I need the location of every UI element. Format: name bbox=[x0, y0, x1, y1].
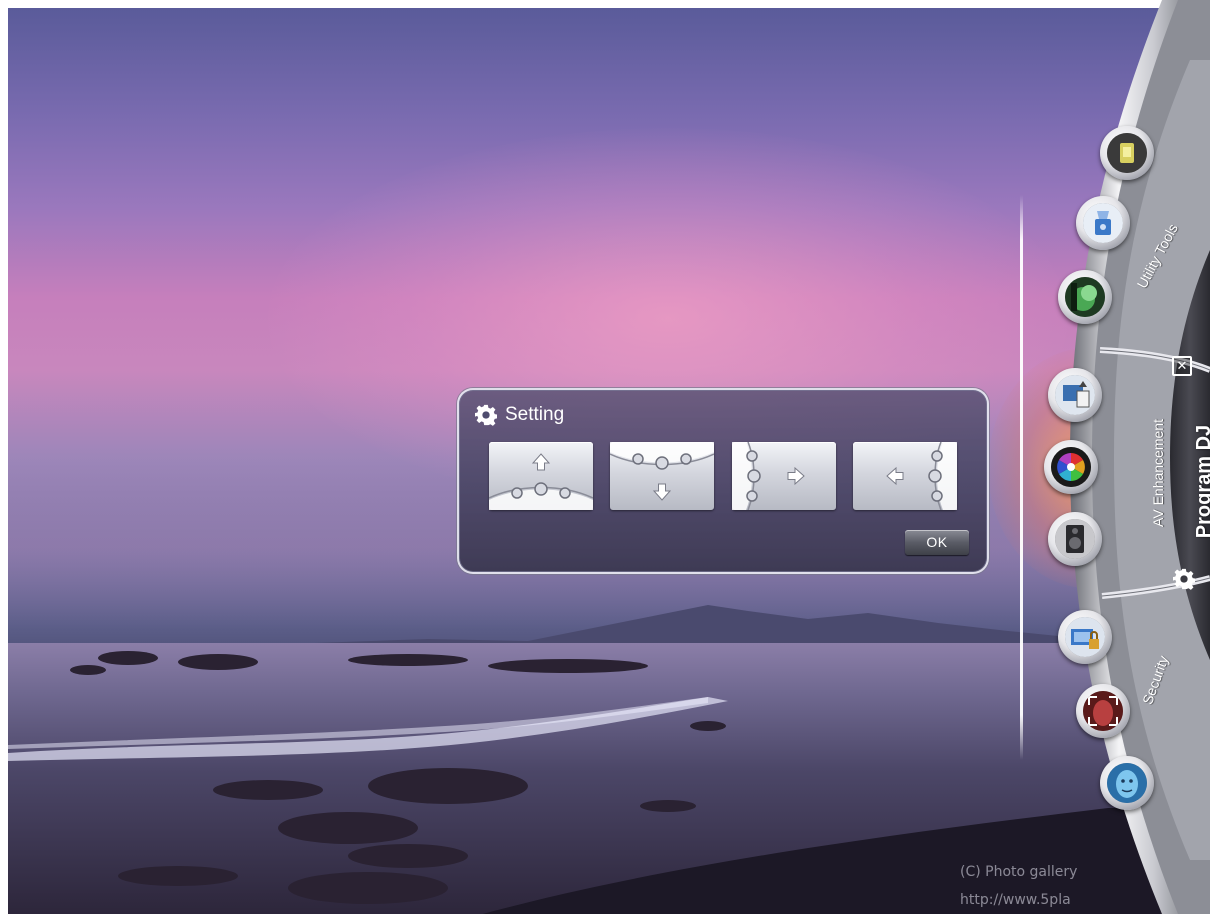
display-icon[interactable] bbox=[1048, 368, 1102, 422]
dock-right-icon bbox=[886, 442, 957, 510]
settings-gear-icon[interactable] bbox=[1173, 568, 1195, 590]
group-label-av-enhancement: AV Enhancement bbox=[1149, 419, 1166, 527]
dock-bottom-icon bbox=[610, 442, 714, 501]
ok-button[interactable]: OK bbox=[905, 530, 969, 555]
dialog-title-text: Setting bbox=[505, 404, 565, 425]
setting-dialog: Setting OK bbox=[457, 388, 989, 574]
color-wheel-icon[interactable] bbox=[1044, 440, 1098, 494]
dock-bottom-button[interactable] bbox=[610, 442, 714, 510]
cleaner-icon[interactable] bbox=[1076, 196, 1130, 250]
close-icon[interactable]: ✕ bbox=[1172, 356, 1192, 376]
dock-left-button[interactable] bbox=[732, 442, 836, 510]
dock-right-button[interactable] bbox=[853, 442, 957, 510]
dock-top-icon bbox=[489, 453, 593, 510]
flashlight-icon[interactable] bbox=[1100, 126, 1154, 180]
face-scan-icon[interactable] bbox=[1076, 684, 1130, 738]
dialog-title: Setting bbox=[475, 402, 564, 428]
dock-guide-line bbox=[1020, 195, 1023, 760]
dock-left-icon bbox=[732, 442, 805, 510]
face-id-icon[interactable] bbox=[1100, 756, 1154, 810]
dock-title: Program DJ bbox=[1193, 424, 1210, 539]
lock-folder-icon[interactable] bbox=[1058, 610, 1112, 664]
speaker-icon[interactable] bbox=[1048, 512, 1102, 566]
program-dj-dock: Utility Tools AV Enhancement Security Pr… bbox=[1030, 0, 1210, 914]
monitor-icon[interactable] bbox=[1058, 270, 1112, 324]
gear-icon bbox=[475, 404, 497, 426]
dock-top-button[interactable] bbox=[489, 442, 593, 510]
